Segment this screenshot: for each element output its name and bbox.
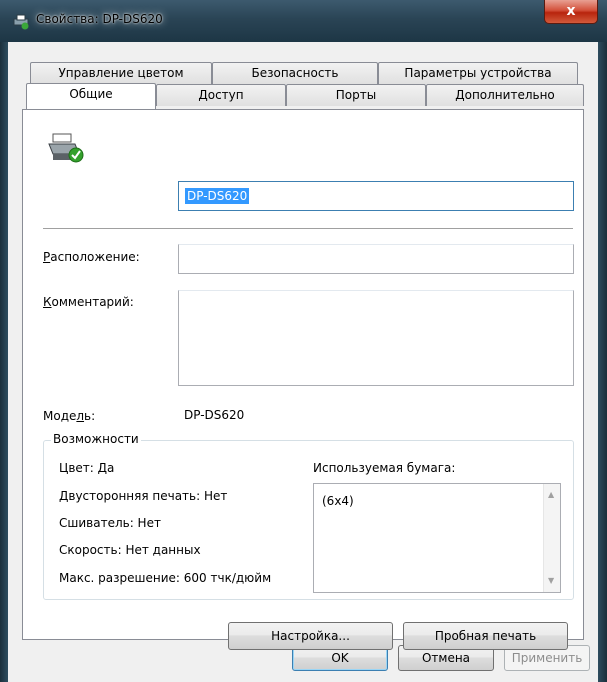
title-bar[interactable]: Свойства: DP-DS620 x — [0, 0, 607, 42]
window-title: Свойства: DP-DS620 — [36, 12, 163, 26]
ok-button-label: OK — [331, 651, 349, 665]
tab-security[interactable]: Безопасность — [212, 62, 378, 84]
comment-label: Комментарий: — [43, 295, 134, 309]
tab-sharing[interactable]: Доступ — [156, 84, 286, 106]
tab-general[interactable]: Общие — [26, 83, 156, 109]
tab-color-management[interactable]: Управление цветом — [30, 62, 212, 84]
scroll-up-icon[interactable]: ▲ — [548, 490, 554, 499]
feature-color: Цвет: Да — [59, 461, 115, 475]
printer-name-input[interactable]: DP-DS620 — [178, 181, 574, 211]
comment-label-text: омментарий: — [51, 295, 134, 309]
tab-device-settings[interactable]: Параметры устройства — [378, 62, 578, 84]
window-frame-right — [598, 42, 607, 682]
model-label: Модель: — [43, 409, 95, 423]
printer-status-icon — [48, 133, 84, 163]
printer-name-value: DP-DS620 — [185, 188, 250, 204]
settings-button[interactable]: Настройка... — [228, 622, 393, 650]
paper-scrollbar[interactable]: ▲ ▼ — [543, 484, 560, 592]
model-value: DP-DS620 — [184, 408, 245, 422]
tab-panel-general: DP-DS620 Расположение: Комментарий: Моде… — [22, 109, 584, 650]
tab-label: Параметры устройства — [404, 66, 552, 80]
settings-button-label: Настройка... — [271, 629, 350, 643]
tab-label: Дополнительно — [455, 88, 555, 102]
feature-speed: Скорость: Нет данных — [59, 543, 201, 557]
comment-label-accel: К — [43, 295, 52, 309]
separator — [43, 228, 573, 230]
title-prefix: Свойства: — [36, 12, 103, 26]
tab-label: Доступ — [198, 88, 244, 102]
model-label-colon: ь: — [84, 409, 96, 423]
title-name: DP-DS620 — [102, 12, 163, 26]
tab-label: Общие — [69, 87, 113, 101]
close-icon: x — [566, 3, 576, 19]
location-label: Расположение: — [43, 250, 140, 264]
test-print-button[interactable]: Пробная печать — [403, 622, 568, 650]
paper-label: Используемая бумага: — [313, 461, 456, 475]
list-item[interactable]: (6x4) — [322, 494, 354, 508]
window-frame-left — [0, 42, 8, 682]
dialog-client: Управление цветом Безопасность Параметры… — [8, 42, 598, 682]
close-button[interactable]: x — [544, 0, 598, 24]
tab-ports[interactable]: Порты — [286, 84, 426, 106]
paper-listbox[interactable]: (6x4) ▲ ▼ — [313, 483, 561, 593]
apply-button-label: Применить — [511, 651, 583, 665]
scroll-down-icon[interactable]: ▼ — [548, 576, 554, 585]
model-label-accel: л — [76, 409, 85, 423]
tab-label: Безопасность — [251, 66, 339, 80]
tab-label: Управление цветом — [58, 66, 184, 80]
feature-resolution: Макс. разрешение: 600 тчк/дюйм — [59, 571, 272, 585]
feature-duplex: Двусторонняя печать: Нет — [59, 489, 228, 503]
test-print-button-label: Пробная печать — [434, 629, 537, 643]
printer-icon — [13, 14, 29, 30]
features-title: Возможности — [51, 432, 141, 446]
feature-staple: Сшиватель: Нет — [59, 516, 161, 530]
location-input[interactable] — [178, 244, 574, 274]
location-label-text: асположение: — [50, 250, 140, 264]
tab-label: Порты — [335, 88, 377, 102]
tab-advanced[interactable]: Дополнительно — [426, 84, 584, 106]
comment-textarea[interactable] — [178, 290, 574, 386]
model-label-text: Моде — [43, 409, 77, 423]
cancel-button-label: Отмена — [421, 651, 471, 665]
